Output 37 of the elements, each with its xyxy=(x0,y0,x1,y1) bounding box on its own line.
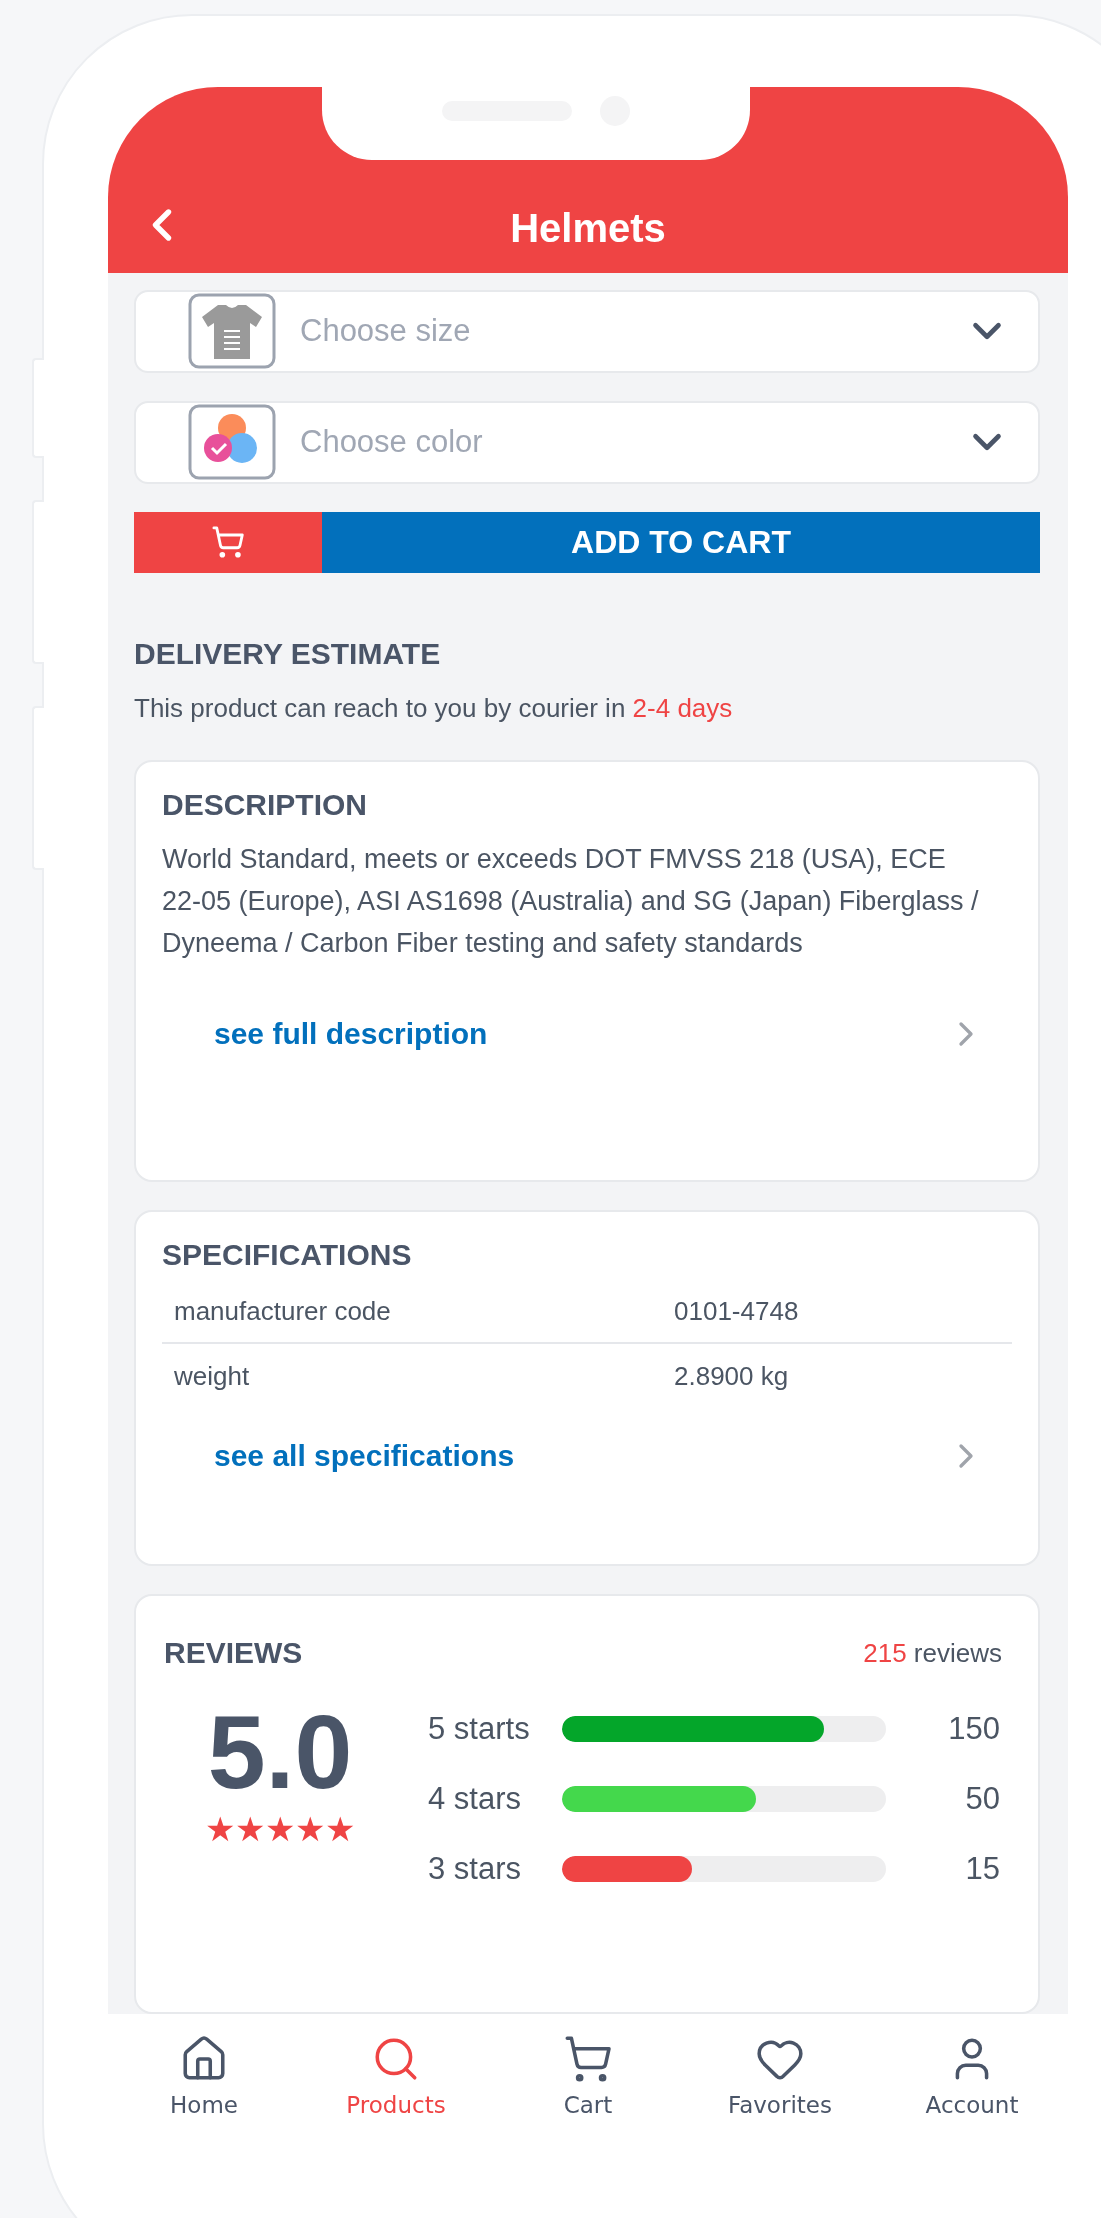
rating-label: 3 stars xyxy=(428,1851,523,1887)
spec-name: manufacturer code xyxy=(174,1295,392,1327)
star-icon: ★ xyxy=(205,1812,235,1846)
nav-tab[interactable]: Products xyxy=(300,2034,492,2118)
t-shirt-icon xyxy=(188,293,276,370)
section-heading: SPECIFICATIONS xyxy=(162,1238,413,1272)
page-title: Helmets xyxy=(510,206,666,251)
star-icon: ★ xyxy=(295,1812,325,1846)
see-full-description-link[interactable]: see full description xyxy=(214,1017,946,1051)
description-text: World Standard, meets or exceeds DOT FMVSS 218 (USA), ECE 22-05 (Europe), ASI AS1698 (Australia) and SG (Japan) Fiberglass / Dyneema / Carbon Fiber testing and safety standards xyxy=(162,843,980,960)
section-heading: DELIVERY ESTIMATE xyxy=(134,637,442,671)
section-heading: REVIEWS xyxy=(163,1636,303,1670)
section-heading: DESCRIPTION xyxy=(162,788,369,822)
color-dots-icon xyxy=(188,404,276,481)
average-rating: 5.0 xyxy=(207,1700,353,1804)
nav-tab[interactable]: Favorites xyxy=(684,2034,876,2118)
see-all-specifications-link[interactable]: see all specifications xyxy=(214,1439,946,1473)
star-icon: ★ xyxy=(265,1812,295,1846)
spec-value: 0101-4748 xyxy=(674,1295,800,1327)
cart-icon xyxy=(211,525,245,560)
nav-tab[interactable]: Home xyxy=(108,2034,300,2118)
rating-label: 5 starts xyxy=(428,1711,531,1747)
delivery-text: This product can reach to you by courier in 2-4 days xyxy=(134,693,734,724)
star-icon: ★ xyxy=(235,1812,265,1846)
cart-button[interactable] xyxy=(134,511,322,573)
cart-icon xyxy=(563,2034,613,2084)
spec-name: weight xyxy=(174,1360,251,1392)
nav-tab[interactable]: Account xyxy=(876,2034,1068,2118)
rating-label: 4 stars xyxy=(428,1781,523,1817)
star-icon: ★ xyxy=(325,1812,355,1846)
rating-count: 50 xyxy=(964,1781,1001,1817)
spec-value: 2.8900 kg xyxy=(674,1360,790,1392)
rating-count: 150 xyxy=(947,1711,1001,1747)
review-count: 215 reviews xyxy=(863,1637,1002,1669)
add-to-cart-button[interactable]: ADD TO CART xyxy=(322,511,1040,573)
nav-tab[interactable]: Cart xyxy=(492,2034,684,2118)
rating-count: 15 xyxy=(964,1851,1001,1887)
